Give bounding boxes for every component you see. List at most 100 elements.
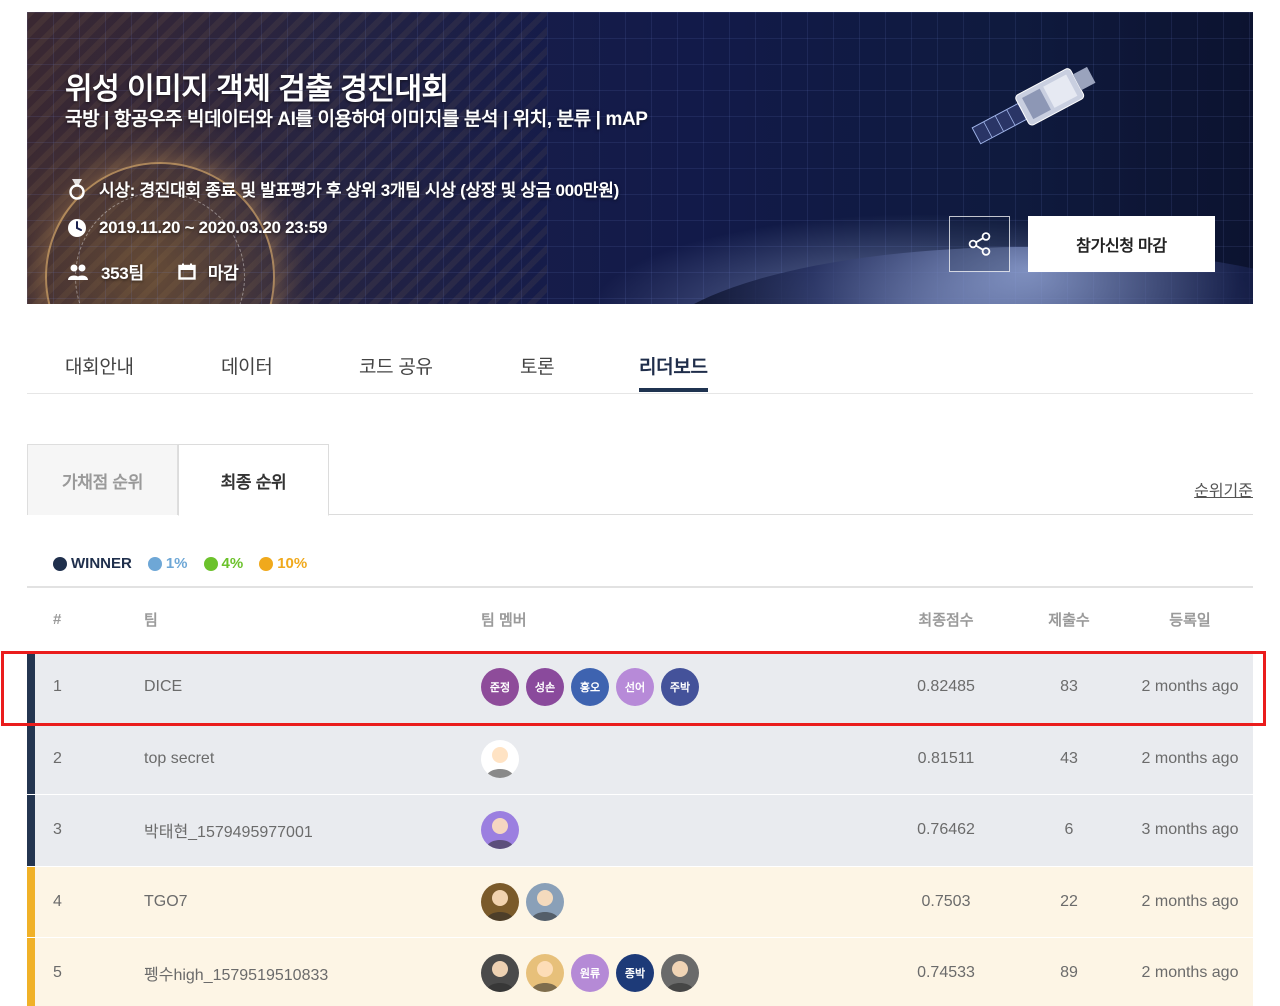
- rank-cell: 3: [53, 821, 62, 839]
- user-photo-icon: [531, 961, 559, 993]
- competition-tabs: 대회안내 데이터 코드 공유 토론 리더보드: [27, 340, 1253, 394]
- tab-provisional-ranking[interactable]: 가채점 순위: [27, 444, 178, 515]
- ranking-criteria-link[interactable]: 순위기준: [1194, 477, 1253, 501]
- final-score-cell: 0.7503: [921, 892, 971, 910]
- legend-item-1pct: 1%: [147, 555, 188, 572]
- legend-dot: [203, 556, 218, 571]
- user-photo-icon: [486, 746, 514, 778]
- registered-date-cell: 3 months ago: [1141, 821, 1239, 839]
- award-text: 시상: 경진대회 종료 및 발표평가 후 상위 3개팀 시상 (상장 및 상금 …: [99, 181, 619, 200]
- legend-item-winner: WINNER: [53, 555, 132, 572]
- member-avatar[interactable]: [481, 739, 519, 778]
- people-icon: [68, 264, 88, 280]
- header-registered-date: 등록일: [1169, 612, 1211, 629]
- submissions-cell: 6: [1064, 821, 1074, 839]
- legend-item-10pct: 10%: [259, 555, 307, 572]
- table-body: 1 DICE 0.82485 83 2 months ago 준정 성손 홍오 선어 주박 2 top…: [27, 652, 1253, 1006]
- tier-legend: WINNER 1% 4% 10%: [53, 555, 307, 572]
- member-avatar[interactable]: 성손: [526, 668, 564, 707]
- member-avatar[interactable]: [526, 882, 564, 921]
- team-name-cell[interactable]: 박태현_1579495977001: [144, 795, 313, 866]
- member-avatar[interactable]: 준정: [481, 668, 519, 707]
- member-avatar[interactable]: 홍오: [571, 668, 609, 707]
- user-photo-icon: [486, 818, 514, 850]
- rank-cell: 5: [53, 964, 62, 982]
- legend-label: WINNER: [71, 555, 132, 572]
- meta-info: 353팀 마감: [67, 259, 239, 284]
- user-photo-icon: [531, 889, 559, 921]
- table-row[interactable]: 1 DICE 0.82485 83 2 months ago 준정 성손 홍오 선어 주박: [27, 652, 1253, 724]
- share-icon: [968, 232, 990, 256]
- member-avatar[interactable]: [481, 882, 519, 921]
- member-avatar-list: [481, 739, 519, 778]
- registered-date-cell: 2 months ago: [1141, 892, 1239, 910]
- tab-data[interactable]: 데이터: [221, 352, 273, 391]
- table-row[interactable]: 5 펭수high_1579519510833 0.74533 89 2 months a…: [27, 938, 1253, 1006]
- member-avatar-list: 준정 성손 홍오 선어 주박: [481, 668, 699, 707]
- table-row[interactable]: 4 TGO7 0.7503 22 2 months ago: [27, 866, 1253, 938]
- team-count: 353팀: [101, 264, 144, 283]
- legend-item-4pct: 4%: [203, 555, 244, 572]
- registered-date-cell: 2 months ago: [1141, 678, 1239, 696]
- final-score-cell: 0.74533: [917, 964, 975, 982]
- legend-label: 4%: [221, 555, 244, 572]
- share-button[interactable]: [949, 216, 1010, 272]
- legend-dot: [259, 556, 274, 571]
- header-rank: #: [53, 611, 62, 628]
- legend-label: 10%: [277, 555, 308, 572]
- submissions-cell: 83: [1060, 678, 1078, 696]
- competition-banner: 위성 이미지 객체 검출 경진대회 국방 | 항공우주 빅데이터와 AI를 이용…: [27, 12, 1253, 304]
- period-info: 2019.11.20 ~ 2020.03.20 23:59: [67, 218, 327, 238]
- table-row[interactable]: 2 top secret 0.81511 43 2 months ago: [27, 723, 1253, 795]
- legend-dot: [53, 556, 67, 571]
- member-avatar[interactable]: [481, 811, 519, 850]
- tab-overview[interactable]: 대회안내: [65, 352, 134, 391]
- final-score-cell: 0.76462: [917, 821, 975, 839]
- period-text: 2019.11.20 ~ 2020.03.20 23:59: [99, 218, 328, 237]
- member-avatar[interactable]: [661, 954, 699, 993]
- tab-final-ranking[interactable]: 최종 순위: [178, 444, 329, 516]
- member-avatar[interactable]: 선어: [616, 668, 654, 707]
- final-score-cell: 0.81511: [917, 749, 975, 767]
- award-info: 시상: 경진대회 종료 및 발표평가 후 상위 3개팀 시상 (상장 및 상금 …: [67, 176, 619, 201]
- calendar-icon: [178, 263, 196, 280]
- satellite-image: [971, 66, 1096, 145]
- team-name-cell[interactable]: 펭수high_1579519510833: [144, 938, 328, 1006]
- registered-date-cell: 2 months ago: [1141, 964, 1239, 982]
- ranking-subtabs: 가채점 순위 최종 순위 순위기준: [27, 444, 1253, 516]
- tab-discussion[interactable]: 토론: [520, 352, 555, 391]
- table-header: # 팀 팀 멤버 최종점수 제출수 등록일: [27, 588, 1253, 652]
- rank-cell: 2: [53, 749, 62, 767]
- team-name-cell[interactable]: top secret: [144, 724, 214, 795]
- member-avatar[interactable]: [526, 954, 564, 993]
- apply-closed-button[interactable]: 참가신청 마감: [1028, 216, 1215, 272]
- table-row[interactable]: 3 박태현_1579495977001 0.76462 6 3 months ago: [27, 795, 1253, 867]
- final-score-cell: 0.82485: [917, 678, 975, 696]
- tab-code-share[interactable]: 코드 공유: [359, 352, 433, 391]
- rank-cell: 1: [53, 678, 62, 696]
- legend-label: 1%: [165, 555, 188, 572]
- member-avatar[interactable]: 주박: [661, 668, 699, 707]
- submissions-cell: 43: [1060, 749, 1078, 767]
- legend-dot: [147, 556, 162, 571]
- member-avatar[interactable]: 원류: [571, 954, 609, 993]
- team-members-cell: [481, 867, 564, 938]
- tab-leaderboard[interactable]: 리더보드: [639, 352, 708, 392]
- submissions-cell: 89: [1060, 964, 1078, 982]
- team-members-cell: [481, 795, 519, 866]
- member-avatar[interactable]: [481, 954, 519, 993]
- leaderboard-table: # 팀 팀 멤버 최종점수 제출수 등록일 1 DICE 0.82485 83 2 mo…: [27, 586, 1253, 1006]
- medal-icon: [69, 178, 85, 200]
- member-avatar-list: 원류 종박: [481, 954, 699, 993]
- user-photo-icon: [666, 961, 694, 993]
- team-members-cell: 원류 종박: [481, 938, 699, 1006]
- team-name-cell[interactable]: DICE: [144, 652, 182, 723]
- header-members: 팀 멤버: [481, 612, 527, 629]
- clock-icon: [68, 219, 86, 237]
- team-name-cell[interactable]: TGO7: [144, 867, 188, 938]
- member-avatar[interactable]: 종박: [616, 954, 654, 993]
- team-members-cell: 준정 성손 홍오 선어 주박: [481, 652, 699, 723]
- competition-title: 위성 이미지 객체 검출 경진대회: [65, 73, 449, 106]
- user-photo-icon: [486, 889, 514, 921]
- registered-date-cell: 2 months ago: [1141, 749, 1239, 767]
